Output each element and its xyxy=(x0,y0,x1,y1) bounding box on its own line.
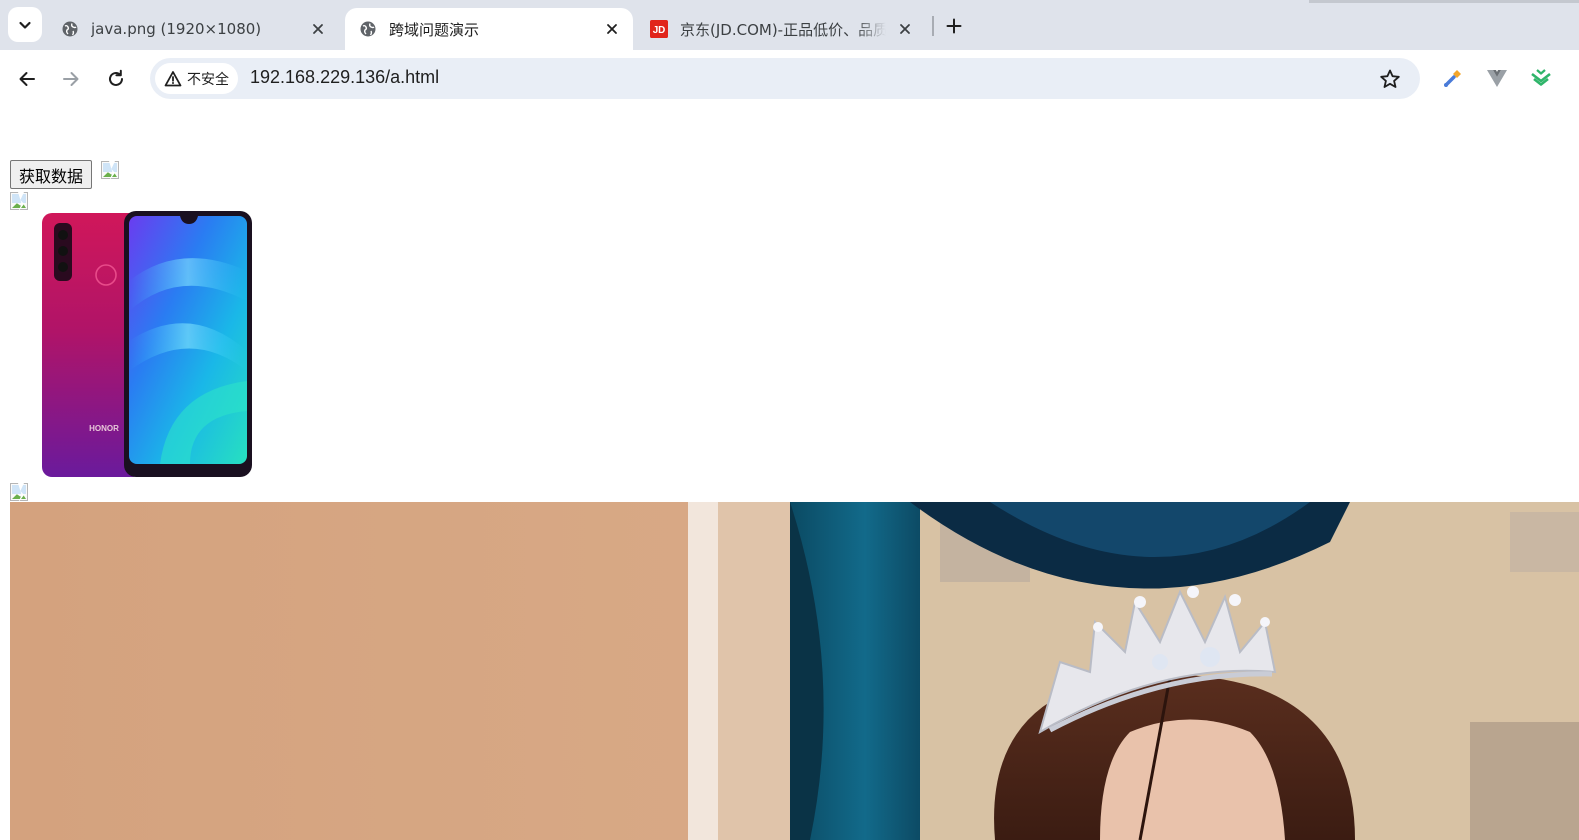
globe-icon xyxy=(359,20,377,38)
broken-image-icon xyxy=(101,161,121,181)
broken-image-icon xyxy=(10,192,30,212)
bookmark-star-icon[interactable] xyxy=(1378,67,1402,91)
close-icon[interactable] xyxy=(601,18,623,40)
portrait-photo xyxy=(10,502,1579,840)
tab-search-button[interactable] xyxy=(8,7,42,42)
tab-jd[interactable]: JD 京东(JD.COM)-正品低价、品质 xyxy=(636,8,926,50)
page-content: 获取数据 HONOR xyxy=(0,108,1579,840)
close-icon[interactable] xyxy=(307,18,329,40)
new-tab-button[interactable] xyxy=(940,12,968,40)
fetch-data-button[interactable]: 获取数据 xyxy=(10,160,93,189)
arrow-left-icon xyxy=(19,72,35,86)
reload-button[interactable] xyxy=(100,63,132,95)
forward-button[interactable] xyxy=(55,63,87,95)
green-extension-icon[interactable] xyxy=(1528,65,1554,91)
phone-product-image: HONOR xyxy=(42,211,252,477)
warning-icon xyxy=(164,70,182,88)
phone-brand-label: HONOR xyxy=(89,424,119,433)
tab-title: java.png (1920×1080) xyxy=(91,20,262,38)
arrow-right-icon xyxy=(63,72,79,86)
broken-image-icon xyxy=(10,483,30,503)
color-picker-extension-icon[interactable] xyxy=(1440,65,1466,91)
back-button[interactable] xyxy=(11,63,43,95)
security-chip[interactable]: 不安全 xyxy=(155,63,238,94)
tab-java-png[interactable]: java.png (1920×1080) xyxy=(47,8,339,50)
plus-icon xyxy=(946,18,962,34)
tab-separator xyxy=(932,16,934,36)
vue-devtools-extension-icon[interactable] xyxy=(1484,65,1510,91)
jd-logo-icon: JD xyxy=(650,20,668,38)
tab-title: 京东(JD.COM)-正品低价、品质 xyxy=(680,20,886,39)
tab-cors-demo[interactable]: 跨域问题演示 xyxy=(345,8,633,50)
close-icon[interactable] xyxy=(894,18,916,40)
tabstrip-corner xyxy=(1309,0,1579,3)
url-text[interactable]: 192.168.229.136/a.html xyxy=(250,67,439,88)
tab-title: 跨域问题演示 xyxy=(389,20,480,39)
browser-toolbar: 不安全 192.168.229.136/a.html xyxy=(0,50,1579,108)
reload-icon xyxy=(109,69,123,86)
security-label: 不安全 xyxy=(187,71,229,88)
address-bar[interactable]: 不安全 192.168.229.136/a.html xyxy=(150,58,1420,99)
globe-icon xyxy=(61,20,79,38)
tab-strip: java.png (1920×1080) 跨域问题演示 JD 京东(JD.COM… xyxy=(0,0,1579,50)
chevron-down-icon xyxy=(19,21,31,29)
jd-logo-text: JD xyxy=(653,25,666,36)
